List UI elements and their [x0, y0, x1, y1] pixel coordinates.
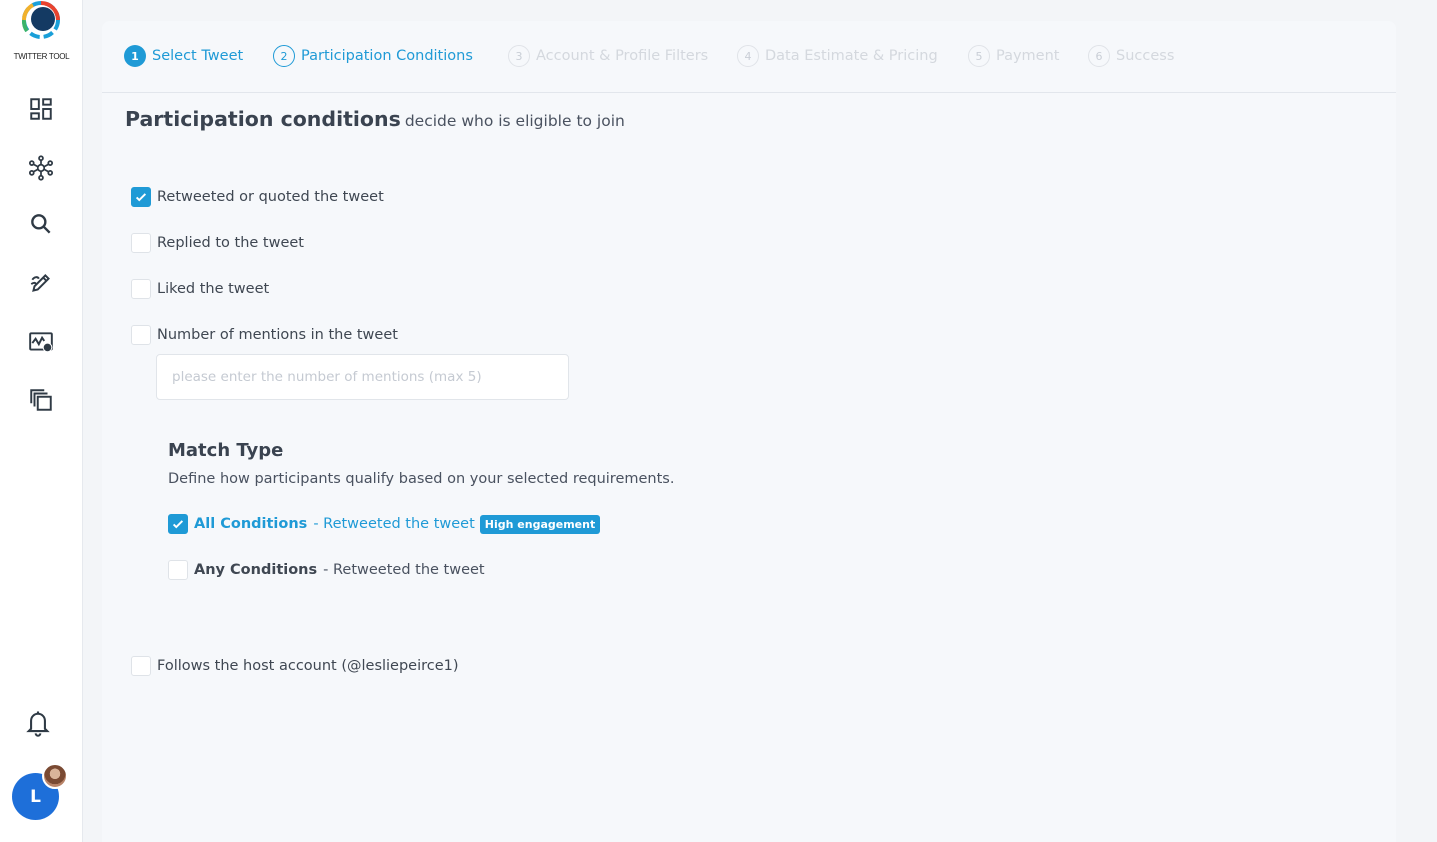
- status-badge: High engagement: [479, 514, 601, 534]
- page-title-rest: decide who is eligible to join: [404, 112, 625, 130]
- step-success: 6 Success: [1088, 44, 1174, 68]
- step-select-tweet[interactable]: 1 Select Tweet: [124, 44, 243, 68]
- condition-label: Retweeted or quoted the tweet: [157, 189, 384, 205]
- match-type-all[interactable]: All Conditions - Retweeted the tweet Hig…: [168, 514, 601, 534]
- step-label: Participation Conditions: [301, 48, 473, 64]
- nav-copy[interactable]: [26, 385, 56, 415]
- bell-icon[interactable]: [24, 708, 52, 738]
- match-type-all-detail: - Retweeted the tweet: [313, 516, 475, 532]
- checkbox[interactable]: [131, 325, 151, 345]
- step-number: 5: [968, 45, 990, 67]
- condition-mentions[interactable]: Number of mentions in the tweet: [131, 325, 398, 345]
- match-type-any[interactable]: Any Conditions - Retweeted the tweet: [168, 560, 485, 580]
- edit-icon: [30, 274, 50, 292]
- page-title: Participation conditions decide who is el…: [125, 107, 625, 131]
- condition-liked[interactable]: Liked the tweet: [131, 279, 269, 299]
- checkbox[interactable]: [168, 560, 188, 580]
- step-label: Data Estimate & Pricing: [765, 48, 938, 64]
- condition-label: Replied to the tweet: [157, 235, 304, 251]
- match-type-any-detail: - Retweeted the tweet: [323, 562, 485, 578]
- step-label: Select Tweet: [152, 48, 244, 64]
- step-payment: 5 Payment: [968, 44, 1059, 68]
- mentions-input[interactable]: [156, 354, 569, 400]
- copy-icon: [30, 389, 52, 411]
- step-number: 2: [273, 45, 295, 67]
- network-icon: [28, 155, 54, 181]
- condition-replied[interactable]: Replied to the tweet: [131, 233, 304, 253]
- step-number: 3: [508, 45, 530, 67]
- checkbox[interactable]: [131, 279, 151, 299]
- condition-retweeted[interactable]: Retweeted or quoted the tweet: [131, 187, 384, 207]
- avatar-photo: [42, 763, 68, 789]
- sidebar: TWITTER TOOL L: [0, 0, 83, 842]
- nav-search[interactable]: [26, 209, 56, 239]
- checkbox-checked[interactable]: [131, 187, 151, 207]
- step-label: Success: [1116, 48, 1175, 64]
- page-title-strong: Participation conditions: [125, 107, 401, 131]
- step-participation-conditions[interactable]: 2 Participation Conditions: [273, 44, 473, 68]
- checkbox[interactable]: [131, 656, 151, 676]
- step-data-estimate-pricing: 4 Data Estimate & Pricing: [737, 44, 938, 68]
- condition-label: Number of mentions in the tweet: [157, 327, 398, 343]
- step-number: 1: [124, 45, 146, 67]
- match-type-any-label: Any Conditions: [194, 562, 318, 578]
- step-number: 6: [1088, 45, 1110, 67]
- checkbox[interactable]: [131, 233, 151, 253]
- match-type-title: Match Type: [168, 440, 284, 461]
- check-icon: [172, 520, 184, 529]
- step-label: Account & Profile Filters: [536, 48, 709, 64]
- step-number: 4: [737, 45, 759, 67]
- analytics-icon: [29, 332, 53, 353]
- nav-dashboard[interactable]: [26, 94, 56, 124]
- checkbox-checked[interactable]: [168, 514, 188, 534]
- nav-network[interactable]: [26, 153, 56, 183]
- nav-edit[interactable]: [26, 268, 56, 298]
- brand-name: TWITTER TOOL: [13, 52, 70, 61]
- condition-label: Follows the host account (@lesliepeirce1…: [157, 658, 459, 674]
- match-type-all-label: All Conditions: [194, 516, 308, 532]
- search-icon: [31, 214, 51, 234]
- nav-analytics[interactable]: [26, 327, 56, 357]
- check-icon: [135, 193, 147, 202]
- stepper: 1 Select Tweet 2 Participation Condition…: [102, 21, 1396, 93]
- condition-label: Liked the tweet: [157, 281, 270, 297]
- step-label: Payment: [996, 48, 1060, 64]
- logo-icon: [21, 1, 60, 39]
- main-card: 1 Select Tweet 2 Participation Condition…: [102, 21, 1396, 842]
- step-account-profile-filters: 3 Account & Profile Filters: [508, 44, 708, 68]
- match-type-description: Define how participants qualify based on…: [168, 471, 675, 487]
- condition-follows-host[interactable]: Follows the host account (@lesliepeirce1…: [131, 656, 459, 676]
- dashboard-icon: [30, 98, 52, 120]
